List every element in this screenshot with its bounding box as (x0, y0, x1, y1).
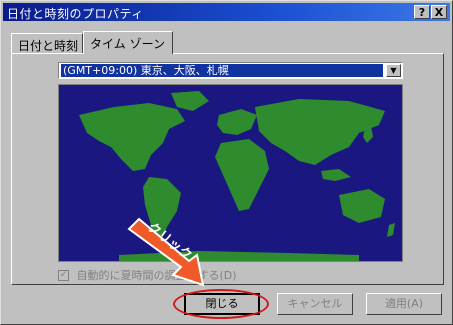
greenland (171, 91, 209, 111)
dialog-window: 日付と時刻のプロパティ ? X 日付と時刻 タイム ゾーン (GMT+09:00… (0, 0, 453, 325)
islands-southeast-asia (321, 169, 351, 181)
new-zealand (387, 223, 395, 237)
highlight-ellipse (173, 289, 269, 319)
close-button[interactable]: X (431, 5, 447, 19)
dropdown-arrow-icon[interactable]: ▼ (386, 64, 401, 77)
continent-europe (217, 109, 257, 135)
window-title: 日付と時刻のプロパティ (7, 7, 144, 21)
click-arrow-annotation: クリック (127, 217, 205, 287)
dst-checkbox[interactable]: ✓ (58, 269, 69, 281)
timezone-selected-value: (GMT+09:00) 東京、大阪、札幌 (61, 64, 383, 77)
tab-time-zone[interactable]: タイム ゾーン (83, 31, 173, 54)
tab-date-time[interactable]: 日付と時刻 (11, 33, 83, 53)
apply-button[interactable]: 適用(A) (366, 293, 442, 315)
help-button[interactable]: ? (414, 5, 430, 19)
continent-australia (339, 189, 385, 223)
continent-north-america (79, 103, 185, 171)
cancel-button[interactable]: キャンセル (277, 293, 353, 315)
title-bar: 日付と時刻のプロパティ ? X (3, 3, 450, 21)
timezone-dropdown[interactable]: (GMT+09:00) 東京、大阪、札幌 ▼ (58, 62, 403, 79)
